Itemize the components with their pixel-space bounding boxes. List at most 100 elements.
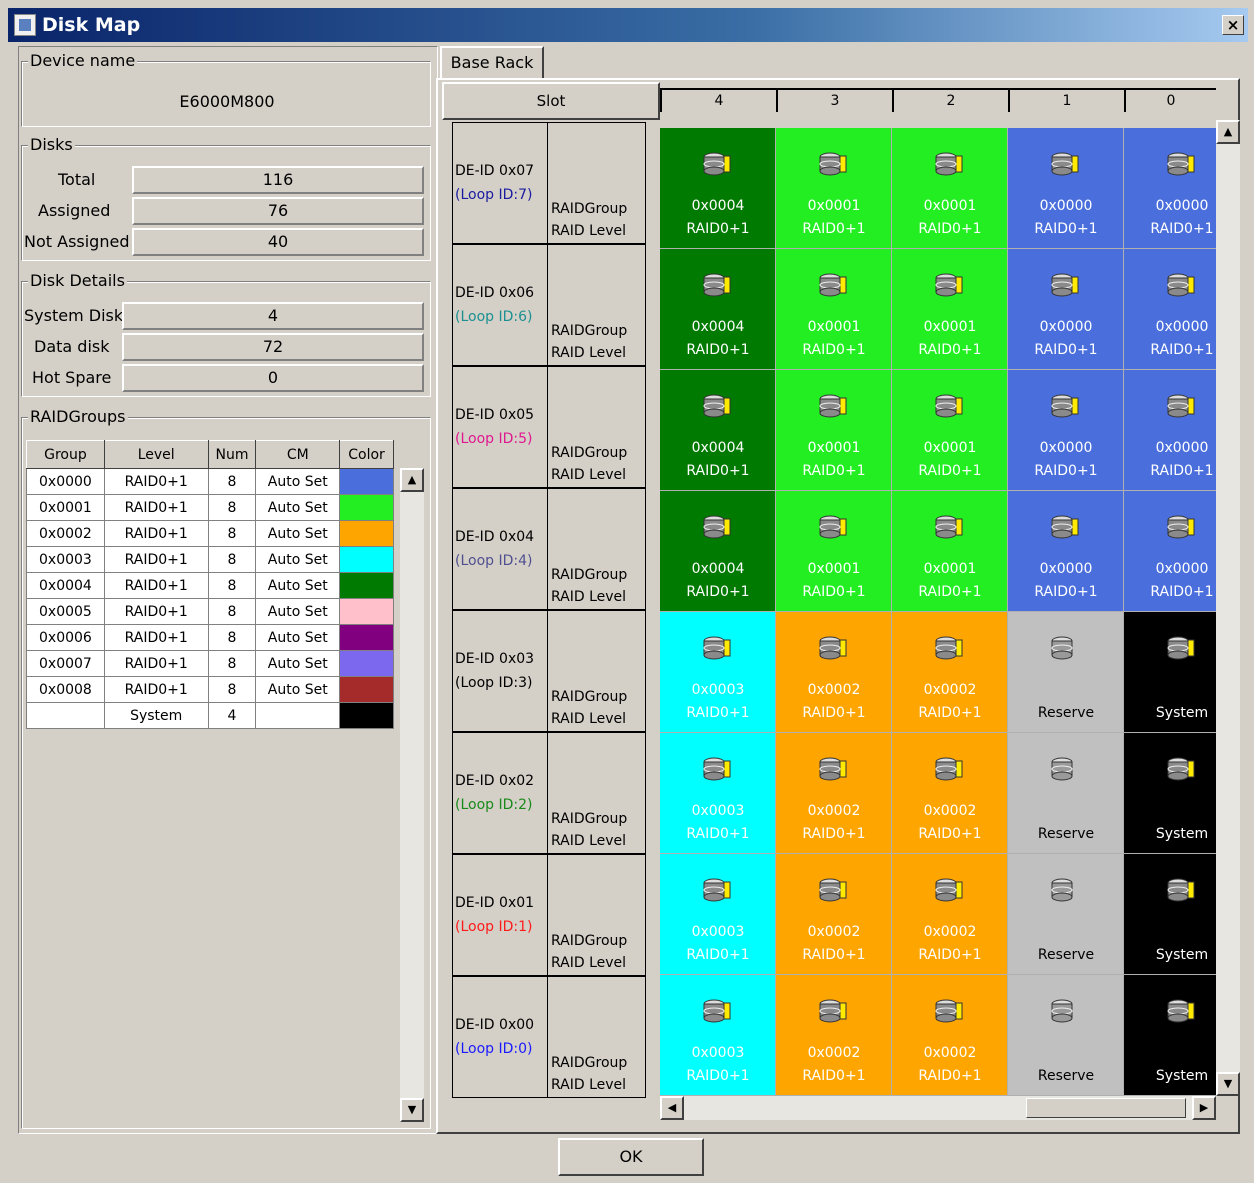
table-row[interactable]: 0x0000 RAID0+1 8 Auto Set xyxy=(26,468,394,495)
disk-slot[interactable]: System xyxy=(1124,612,1216,733)
disk-raid-level-label: System xyxy=(1155,947,1209,963)
disk-slot[interactable]: 0x0004 RAID0+1 xyxy=(660,370,776,491)
disk-slot[interactable]: 0x0002 RAID0+1 xyxy=(776,733,892,854)
disk-slot[interactable]: System xyxy=(1124,733,1216,854)
disk-slot[interactable]: System xyxy=(1124,975,1216,1096)
col-cm[interactable]: CM xyxy=(255,440,341,469)
disk-slot[interactable]: 0x0000 RAID0+1 xyxy=(1124,128,1216,249)
disk-drive-icon xyxy=(702,513,734,541)
cell-group: 0x0008 xyxy=(26,676,105,703)
de-id-label: DE-ID 0x00 xyxy=(455,1017,535,1033)
disk-slot[interactable]: 0x0004 RAID0+1 xyxy=(660,491,776,612)
raidgroups-table: Group Level Num CM Color 0x0000 RAID0+1 8 A… xyxy=(26,440,394,729)
disk-slot[interactable]: 0x0001 RAID0+1 xyxy=(776,249,892,370)
disk-raidgroup-label: 0x0002 xyxy=(807,1045,861,1061)
scroll-up-button[interactable]: ▲ xyxy=(400,468,424,492)
cell-group: 0x0000 xyxy=(26,468,105,495)
grid-hscroll-thumb[interactable] xyxy=(1026,1098,1186,1118)
table-row[interactable]: 0x0006 RAID0+1 8 Auto Set xyxy=(26,624,394,651)
data-disk-label: Data disk xyxy=(34,337,110,356)
disk-slot[interactable]: 0x0000 RAID0+1 xyxy=(1008,249,1124,370)
table-row[interactable]: 0x0001 RAID0+1 8 Auto Set xyxy=(26,494,394,521)
disk-slot[interactable]: 0x0002 RAID0+1 xyxy=(892,612,1008,733)
cell-color-swatch xyxy=(339,468,394,495)
table-row[interactable]: 0x0002 RAID0+1 8 Auto Set xyxy=(26,520,394,547)
disk-raid-level-label: RAID0+1 xyxy=(918,826,982,842)
disk-raid-level-label: RAID0+1 xyxy=(1150,342,1214,358)
disk-slot[interactable]: 0x0000 RAID0+1 xyxy=(1008,370,1124,491)
cell-color-swatch xyxy=(339,520,394,547)
disk-slot[interactable]: 0x0002 RAID0+1 xyxy=(776,612,892,733)
table-row[interactable]: 0x0008 RAID0+1 8 Auto Set xyxy=(26,676,394,703)
disk-slot[interactable]: Reserve xyxy=(1008,975,1124,1096)
disk-drive-icon xyxy=(934,997,966,1025)
disk-slot[interactable]: 0x0004 RAID0+1 xyxy=(660,128,776,249)
tab-base-rack[interactable]: Base Rack xyxy=(440,46,544,80)
col-color[interactable]: Color xyxy=(339,440,394,469)
disk-slot[interactable]: Reserve xyxy=(1008,733,1124,854)
cell-cm xyxy=(255,702,341,729)
disk-drive-icon xyxy=(818,150,850,178)
disk-slot[interactable]: Reserve xyxy=(1008,854,1124,975)
disk-slot[interactable]: 0x0003 RAID0+1 xyxy=(660,975,776,1096)
disk-slot[interactable]: 0x0000 RAID0+1 xyxy=(1008,491,1124,612)
disk-slot[interactable]: 0x0001 RAID0+1 xyxy=(892,249,1008,370)
disk-slot[interactable]: 0x0000 RAID0+1 xyxy=(1124,370,1216,491)
disk-raidgroup-label: 0x0004 xyxy=(691,198,745,214)
table-row[interactable]: 0x0005 RAID0+1 8 Auto Set xyxy=(26,598,394,625)
ok-button[interactable]: OK xyxy=(558,1138,704,1176)
disk-drive-icon xyxy=(818,876,850,904)
disk-slot[interactable]: 0x0000 RAID0+1 xyxy=(1124,249,1216,370)
hot-spare-field: 0 xyxy=(122,364,424,392)
row-header-divider xyxy=(547,855,548,975)
close-button[interactable]: × xyxy=(1222,15,1244,35)
system-disk-label: System Disk xyxy=(24,306,124,325)
disk-slot[interactable]: 0x0002 RAID0+1 xyxy=(776,854,892,975)
grid-scroll-right-button[interactable]: ▶ xyxy=(1192,1096,1216,1120)
raid-level-row-label: RAID Level xyxy=(551,955,627,971)
grid-scroll-left-button[interactable]: ◀ xyxy=(660,1096,684,1120)
table-row[interactable]: 0x0004 RAID0+1 8 Auto Set xyxy=(26,572,394,599)
disk-raid-level-label: Reserve xyxy=(1037,705,1095,721)
grid-scroll-down-button[interactable]: ▼ xyxy=(1216,1072,1240,1096)
table-row[interactable]: System 4 xyxy=(26,702,394,729)
grid-scroll-up-button[interactable]: ▲ xyxy=(1216,120,1240,144)
disk-raid-level-label: RAID0+1 xyxy=(686,826,750,842)
disk-slot[interactable]: 0x0003 RAID0+1 xyxy=(660,733,776,854)
grid-hscrollbar[interactable]: ◀ ▶ xyxy=(660,1096,1216,1120)
disk-slot[interactable]: 0x0003 RAID0+1 xyxy=(660,854,776,975)
disk-slot[interactable]: 0x0002 RAID0+1 xyxy=(776,975,892,1096)
scroll-down-button[interactable]: ▼ xyxy=(400,1098,424,1122)
raidgroups-scrollbar[interactable]: ▲ ▼ xyxy=(400,468,424,1122)
disk-slot[interactable]: 0x0002 RAID0+1 xyxy=(892,854,1008,975)
col-level[interactable]: Level xyxy=(103,440,209,469)
disk-drive-icon xyxy=(1166,392,1198,420)
disk-raidgroup-label: 0x0004 xyxy=(691,319,745,335)
col-num[interactable]: Num xyxy=(207,440,257,469)
disk-slot[interactable]: 0x0002 RAID0+1 xyxy=(892,733,1008,854)
table-row[interactable]: 0x0003 RAID0+1 8 Auto Set xyxy=(26,546,394,573)
disk-slot[interactable]: 0x0000 RAID0+1 xyxy=(1008,128,1124,249)
disk-slot[interactable]: 0x0001 RAID0+1 xyxy=(892,128,1008,249)
disk-slot[interactable]: 0x0001 RAID0+1 xyxy=(776,128,892,249)
disk-slot[interactable]: 0x0001 RAID0+1 xyxy=(892,491,1008,612)
table-row[interactable]: 0x0007 RAID0+1 8 Auto Set xyxy=(26,650,394,677)
de-row-header: DE-ID 0x06 (Loop ID:6) RAIDGroup RAID Level xyxy=(452,244,646,366)
disk-slot[interactable]: 0x0003 RAID0+1 xyxy=(660,612,776,733)
grid-vscrollbar[interactable]: ▲ ▼ xyxy=(1216,120,1240,1096)
disk-raid-level-label: RAID0+1 xyxy=(1034,463,1098,479)
disk-slot[interactable]: 0x0004 RAID0+1 xyxy=(660,249,776,370)
disk-drive-icon xyxy=(1050,150,1082,178)
loop-id-label: (Loop ID:4) xyxy=(455,553,533,569)
disk-slot[interactable]: 0x0002 RAID0+1 xyxy=(892,975,1008,1096)
disk-slot[interactable]: 0x0001 RAID0+1 xyxy=(776,491,892,612)
disk-slot[interactable]: 0x0001 RAID0+1 xyxy=(892,370,1008,491)
disk-slot[interactable]: 0x0000 RAID0+1 xyxy=(1124,491,1216,612)
disk-slot[interactable]: System xyxy=(1124,854,1216,975)
disk-drive-icon xyxy=(818,755,850,783)
disk-slot[interactable]: Reserve xyxy=(1008,612,1124,733)
col-group[interactable]: Group xyxy=(26,440,105,469)
disk-slot[interactable]: 0x0001 RAID0+1 xyxy=(776,370,892,491)
rack-panel: Slot 43210 DE-ID 0x07 (Loop ID:7) RAIDGrou… xyxy=(436,78,1240,1134)
disk-raid-level-label: RAID0+1 xyxy=(802,221,866,237)
